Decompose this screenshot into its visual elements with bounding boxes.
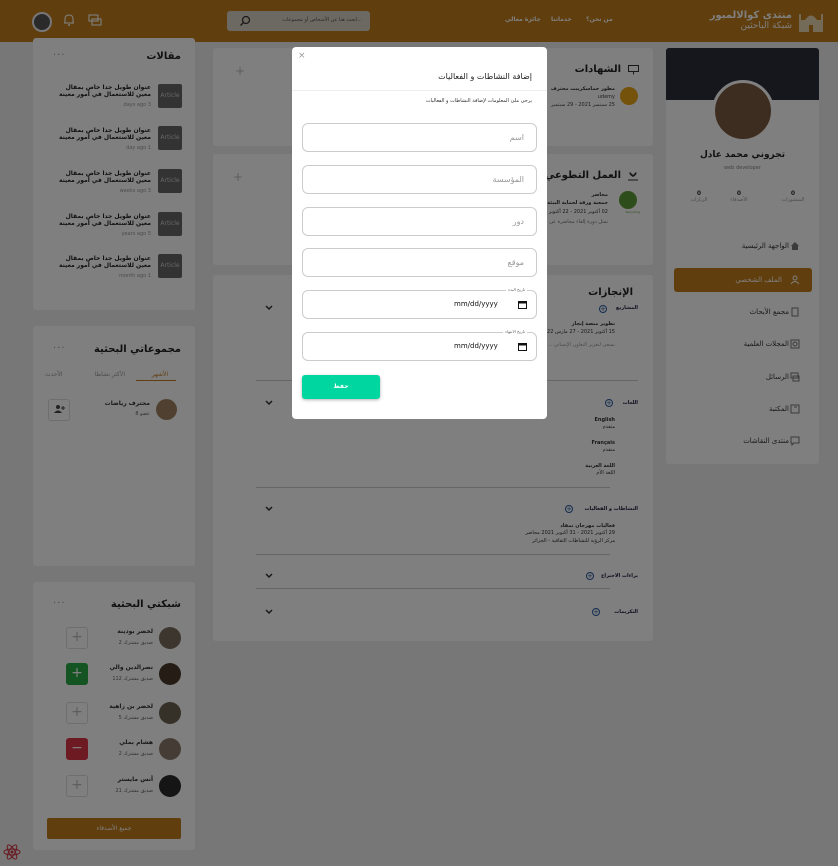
start-date-label: تاريخ البدء [506,287,527,292]
name-input[interactable]: اسم [302,123,537,152]
start-date-input[interactable] [302,290,537,319]
organization-input[interactable]: المؤسسة [302,165,537,194]
start-date-value: mm/dd/yyyy [454,300,498,308]
calendar-icon[interactable] [518,342,527,351]
add-activity-modal: × إضافة النشاطات و الفعاليات يرجى ملئ ال… [292,47,547,419]
calendar-icon[interactable] [518,300,527,309]
role-input[interactable]: دور [302,207,537,236]
end-date-input[interactable] [302,332,537,361]
modal-subtitle: يرجى ملئ المعلومات لإضافة النشاطات و الف… [425,98,532,104]
modal-title: إضافة النشاطات و الفعاليات [438,72,532,81]
end-date-value: mm/dd/yyyy [454,342,498,350]
end-date-label: تاريخ الانتهاء [503,329,527,334]
close-icon[interactable]: × [298,51,306,61]
modal-divider [292,90,547,91]
location-input[interactable]: موقع [302,248,537,277]
save-button[interactable]: حفظ [302,375,380,399]
